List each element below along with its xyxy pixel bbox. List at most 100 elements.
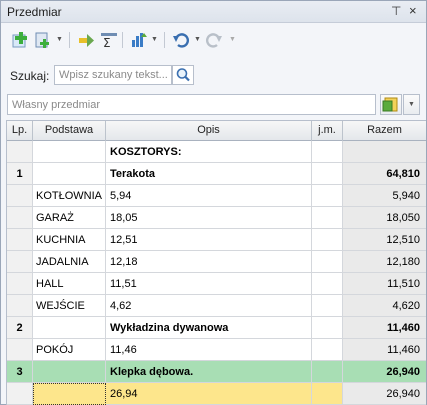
- cell-jm[interactable]: [312, 163, 343, 185]
- table-row[interactable]: KUCHNIA 12,51 12,510: [7, 229, 426, 251]
- col-header-podstawa[interactable]: Podstawa: [33, 121, 106, 141]
- cell-lp[interactable]: 3: [7, 361, 33, 383]
- cell-razem[interactable]: 18,050: [343, 207, 426, 229]
- cell-podstawa[interactable]: [33, 163, 106, 185]
- cell-podstawa[interactable]: POKÓJ: [33, 339, 106, 361]
- search-button[interactable]: [172, 65, 194, 85]
- cell-jm[interactable]: [312, 317, 343, 339]
- cell-opis[interactable]: 11,46: [106, 339, 312, 361]
- table-row[interactable]: JADALNIA 12,18 12,180: [7, 251, 426, 273]
- cell-podstawa[interactable]: JADALNIA: [33, 251, 106, 273]
- cell-opis[interactable]: 4,62: [106, 295, 312, 317]
- table-row[interactable]: HALL 11,51 11,510: [7, 273, 426, 295]
- insert-arrow-icon[interactable]: [77, 31, 95, 49]
- chevron-down-icon[interactable]: ▼: [151, 36, 158, 43]
- cell-podstawa[interactable]: [33, 317, 106, 339]
- table-row[interactable]: 1 Terakota 64,810: [7, 163, 426, 185]
- cell-razem[interactable]: 12,510: [343, 229, 426, 251]
- cell-jm[interactable]: [312, 251, 343, 273]
- add-green-plus-icon[interactable]: [11, 31, 29, 49]
- panel-titlebar: Przedmiar ⊤ ×: [1, 1, 426, 23]
- cell-opis[interactable]: KOSZTORYS:: [106, 141, 312, 163]
- cell-lp[interactable]: [7, 141, 33, 163]
- search-input[interactable]: [54, 65, 172, 85]
- cell-lp[interactable]: [7, 207, 33, 229]
- cell-opis[interactable]: 12,51: [106, 229, 312, 251]
- cell-razem[interactable]: [343, 141, 426, 163]
- cell-podstawa[interactable]: GARAŻ: [33, 207, 106, 229]
- cell-opis[interactable]: Klepka dębowa.: [106, 361, 312, 383]
- table-row[interactable]: 3 Klepka dębowa. 26,940: [7, 361, 426, 383]
- col-header-opis[interactable]: Opis: [106, 121, 312, 141]
- own-measure-dropdown[interactable]: ▼: [403, 94, 420, 115]
- cell-razem[interactable]: 11,460: [343, 317, 426, 339]
- chevron-down-icon[interactable]: ▼: [194, 36, 201, 43]
- cell-jm[interactable]: [312, 229, 343, 251]
- search-label: Szukaj:: [10, 69, 50, 83]
- sum-sigma-icon[interactable]: Σ: [100, 31, 118, 50]
- cell-razem[interactable]: 5,940: [343, 185, 426, 207]
- table-header: Lp. Podstawa Opis j.m. Razem: [7, 121, 426, 141]
- pin-icon[interactable]: ⊤: [391, 4, 401, 18]
- undo-icon[interactable]: [172, 31, 190, 49]
- cell-lp[interactable]: [7, 295, 33, 317]
- cell-opis[interactable]: 12,18: [106, 251, 312, 273]
- cell-podstawa[interactable]: [33, 361, 106, 383]
- cell-jm[interactable]: [312, 295, 343, 317]
- cell-razem[interactable]: 11,460: [343, 339, 426, 361]
- own-measure-field[interactable]: [7, 94, 376, 115]
- cell-jm[interactable]: [312, 185, 343, 207]
- cell-lp[interactable]: [7, 339, 33, 361]
- cell-lp[interactable]: 2: [7, 317, 33, 339]
- cell-podstawa[interactable]: WEJŚCIE: [33, 295, 106, 317]
- przedmiar-table: Lp. Podstawa Opis j.m. Razem KOSZTORYS: 1…: [6, 120, 426, 405]
- cell-jm[interactable]: [312, 141, 343, 163]
- table-row[interactable]: 2 Wykładzina dywanowa 11,460: [7, 317, 426, 339]
- cell-opis[interactable]: 26,94: [106, 383, 312, 405]
- cell-razem[interactable]: 64,810: [343, 163, 426, 185]
- cell-lp[interactable]: [7, 185, 33, 207]
- chart-sort-icon[interactable]: [130, 31, 148, 49]
- table-row[interactable]: KOTŁOWNIA 5,94 5,940: [7, 185, 426, 207]
- cell-opis[interactable]: Wykładzina dywanowa: [106, 317, 312, 339]
- cell-podstawa[interactable]: [33, 141, 106, 163]
- cell-podstawa[interactable]: KOTŁOWNIA: [33, 185, 106, 207]
- cell-lp[interactable]: [7, 229, 33, 251]
- chevron-down-icon: ▼: [408, 101, 415, 108]
- table-row[interactable]: 26,94 26,940: [7, 383, 426, 405]
- col-header-razem[interactable]: Razem: [343, 121, 426, 141]
- cell-razem[interactable]: 26,940: [343, 383, 426, 405]
- cell-jm[interactable]: [312, 273, 343, 295]
- cell-razem[interactable]: 11,510: [343, 273, 426, 295]
- cell-podstawa[interactable]: HALL: [33, 273, 106, 295]
- cell-lp[interactable]: [7, 251, 33, 273]
- table-row[interactable]: GARAŻ 18,05 18,050: [7, 207, 426, 229]
- table-row[interactable]: KOSZTORYS:: [7, 141, 426, 163]
- cell-lp[interactable]: [7, 273, 33, 295]
- table-row[interactable]: POKÓJ 11,46 11,460: [7, 339, 426, 361]
- cell-opis[interactable]: 18,05: [106, 207, 312, 229]
- cell-opis[interactable]: Terakota: [106, 163, 312, 185]
- cell-lp[interactable]: 1: [7, 163, 33, 185]
- col-header-jm[interactable]: j.m.: [312, 121, 343, 141]
- cell-razem[interactable]: 4,620: [343, 295, 426, 317]
- cell-razem[interactable]: 12,180: [343, 251, 426, 273]
- cell-podstawa[interactable]: [33, 383, 106, 405]
- toolbar-separator: [69, 32, 70, 48]
- chevron-down-icon[interactable]: ▼: [56, 36, 63, 43]
- cell-jm[interactable]: [312, 207, 343, 229]
- table-row[interactable]: WEJŚCIE 4,62 4,620: [7, 295, 426, 317]
- cell-jm[interactable]: [312, 339, 343, 361]
- cell-lp[interactable]: [7, 383, 33, 405]
- own-measure-button[interactable]: [380, 94, 402, 115]
- close-icon[interactable]: ×: [409, 3, 417, 18]
- cell-opis[interactable]: 5,94: [106, 185, 312, 207]
- cell-jm[interactable]: [312, 361, 343, 383]
- cell-opis[interactable]: 11,51: [106, 273, 312, 295]
- cell-razem[interactable]: 26,940: [343, 361, 426, 383]
- przedmiar-panel: Przedmiar ⊤ × ▼ Σ ▼ ▼ ▼ Szukaj: Wpisz sz…: [0, 0, 427, 405]
- col-header-lp[interactable]: Lp.: [7, 121, 33, 141]
- cell-jm[interactable]: [312, 383, 343, 405]
- cell-podstawa[interactable]: KUCHNIA: [33, 229, 106, 251]
- add-document-icon[interactable]: [34, 31, 52, 49]
